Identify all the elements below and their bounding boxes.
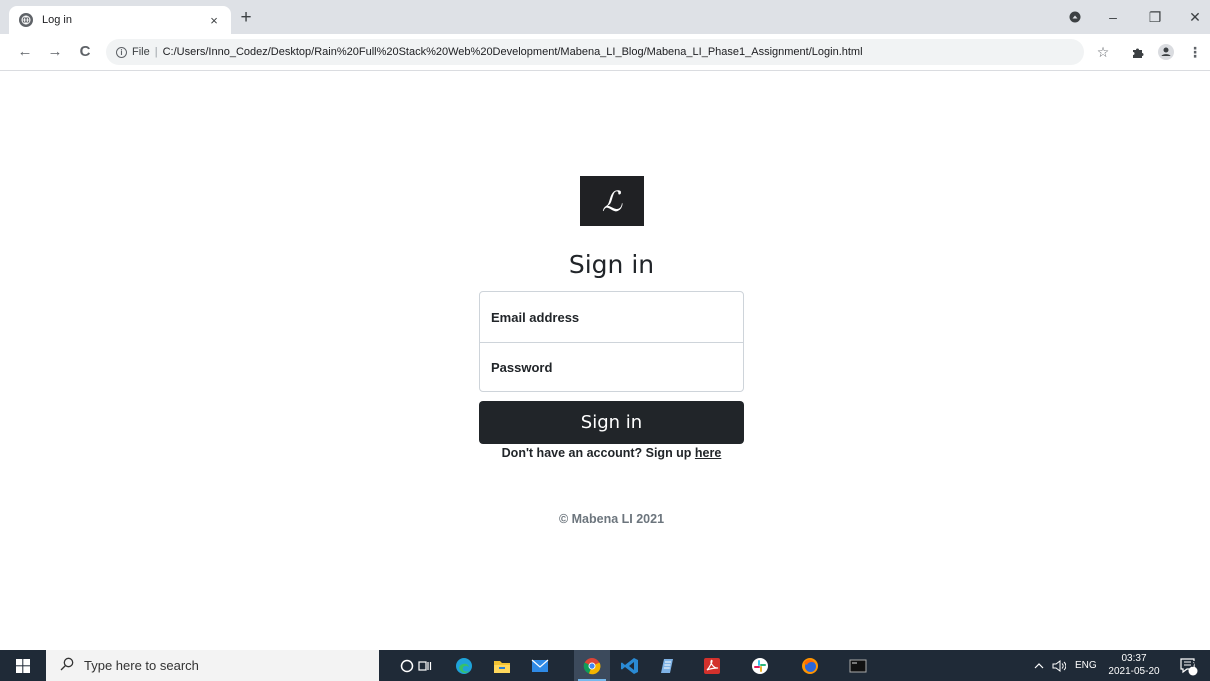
new-tab-button[interactable]: + xyxy=(237,8,255,27)
site-info-icon[interactable]: i xyxy=(116,46,127,58)
chrome-icon[interactable] xyxy=(574,650,610,681)
signup-text: Don't have an account? Sign up xyxy=(501,446,695,460)
firefox-icon[interactable] xyxy=(792,650,828,681)
volume-icon[interactable] xyxy=(1052,650,1066,681)
signup-prompt: Don't have an account? Sign up here xyxy=(479,446,744,460)
acrobat-icon[interactable] xyxy=(694,650,730,681)
browser-toolbar: ← → C i File | C:/Users/Inno_Codez/Deskt… xyxy=(0,34,1210,71)
tab-close-icon[interactable]: × xyxy=(207,13,221,28)
windows-taskbar: Type here to search ENG 03:37 2021-05-20… xyxy=(0,650,1210,681)
globe-icon xyxy=(19,13,33,27)
notification-count: 7 xyxy=(1191,660,1196,669)
search-placeholder: Type here to search xyxy=(84,658,199,673)
restore-button[interactable]: ❐ xyxy=(1140,4,1170,30)
close-window-button[interactable]: ✕ xyxy=(1180,4,1210,30)
sign-in-button[interactable]: Sign in xyxy=(479,401,744,444)
task-view-icon[interactable] xyxy=(407,650,443,681)
browser-window: Log in × + – ❐ ✕ ← → C i File | C:/Users… xyxy=(0,0,1210,681)
windows-start-icon[interactable] xyxy=(0,650,46,681)
address-bar[interactable]: i File | C:/Users/Inno_Codez/Desktop/Rai… xyxy=(106,39,1084,65)
reload-button[interactable]: C xyxy=(76,42,94,60)
vscode-icon[interactable] xyxy=(612,650,648,681)
brand-logo: ℒ xyxy=(580,176,644,226)
tab-strip: Log in × + – ❐ ✕ xyxy=(0,0,1210,34)
terminal-icon[interactable] xyxy=(840,650,876,681)
slack-icon[interactable] xyxy=(742,650,778,681)
search-icon xyxy=(60,657,74,674)
address-separator: | xyxy=(154,46,158,58)
page-content: ℒ Sign in Email address Password Sign in… xyxy=(0,72,1210,650)
notepad-icon[interactable] xyxy=(650,650,686,681)
back-button[interactable]: ← xyxy=(16,42,34,60)
puzzle-icon[interactable] xyxy=(1128,43,1146,61)
clock-time: 03:37 xyxy=(1121,653,1147,664)
login-form-fields: Email address Password xyxy=(479,291,744,392)
minimize-button[interactable]: – xyxy=(1098,4,1128,30)
clock-date: 2021-05-20 xyxy=(1108,666,1160,677)
taskbar-clock[interactable]: 03:37 2021-05-20 xyxy=(1103,652,1165,678)
profile-indicator-icon[interactable] xyxy=(1060,4,1090,30)
person-icon[interactable] xyxy=(1157,43,1175,61)
taskbar-search-box[interactable]: Type here to search xyxy=(46,650,379,681)
scheme-label: File xyxy=(132,46,150,58)
file-explorer-icon[interactable] xyxy=(484,650,520,681)
url-text[interactable]: C:/Users/Inno_Codez/Desktop/Rain%20Full%… xyxy=(163,46,863,58)
footer-copyright: © Mabena LI 2021 xyxy=(558,512,665,526)
edge-icon[interactable] xyxy=(446,650,482,681)
tab-login[interactable]: Log in × xyxy=(9,6,231,34)
language-indicator[interactable]: ENG xyxy=(1075,650,1097,681)
mail-icon[interactable] xyxy=(522,650,558,681)
signup-link[interactable]: here xyxy=(695,446,721,460)
forward-button[interactable]: → xyxy=(46,42,64,60)
menu-button[interactable]: ⋮ xyxy=(1186,43,1204,61)
password-field[interactable]: Password xyxy=(480,342,743,392)
page-title: Sign in xyxy=(568,250,655,279)
tab-title: Log in xyxy=(42,14,72,26)
notification-icon[interactable]: 7 xyxy=(1178,650,1198,681)
bookmark-star-icon[interactable]: ☆ xyxy=(1094,43,1112,61)
email-field[interactable]: Email address xyxy=(480,292,743,342)
tray-chevron-icon[interactable] xyxy=(1034,650,1044,681)
